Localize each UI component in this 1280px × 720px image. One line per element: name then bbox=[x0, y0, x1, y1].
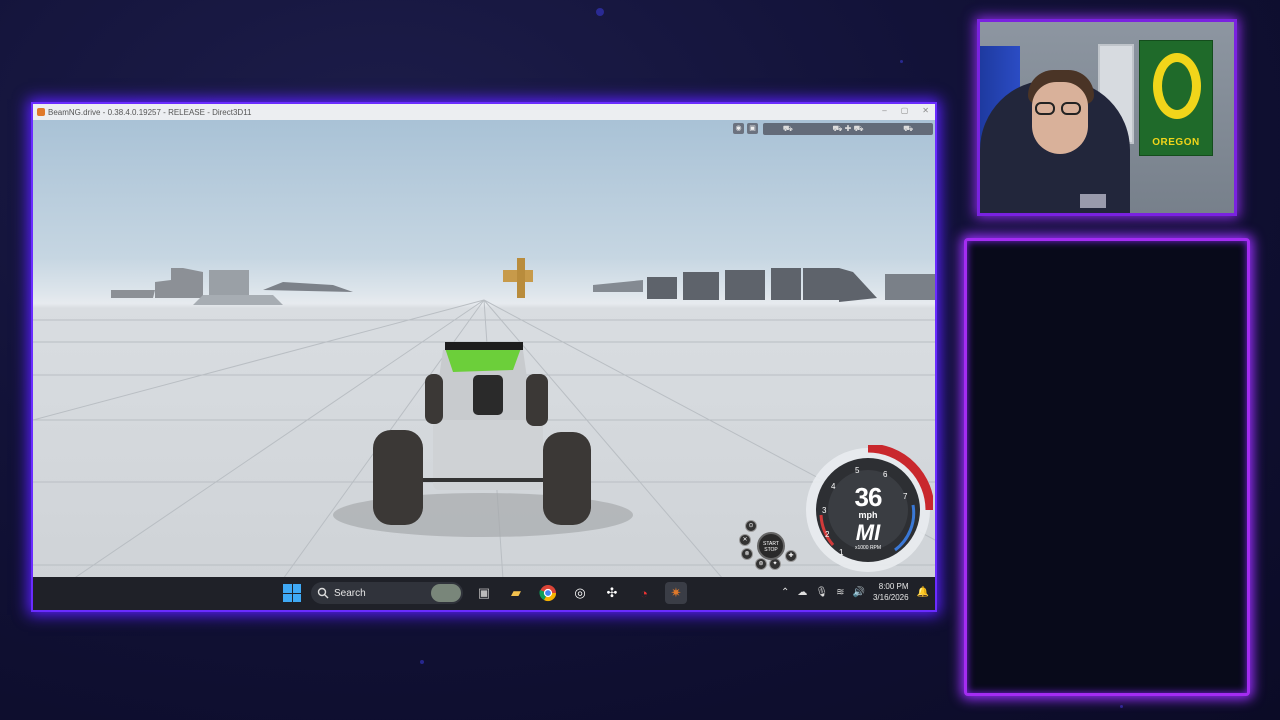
speed-unit: mph bbox=[858, 510, 878, 520]
search-icon bbox=[317, 587, 329, 599]
windows-taskbar: Search ▣ ▰ ◎ ✣ ◔ ✷ ⌃ ☁ 🎙 ≋ 🔊 8:00 PM 3/1… bbox=[33, 577, 935, 610]
fan-icon[interactable]: ✣ bbox=[601, 582, 623, 604]
speed-readout: 36 bbox=[854, 482, 883, 512]
hazard-button-icon[interactable]: ✕ bbox=[739, 534, 751, 546]
volume-icon[interactable]: 🔊 bbox=[853, 587, 865, 598]
mic-button-icon[interactable]: ✚ bbox=[785, 550, 797, 562]
game-window-title: BeamNG.drive - 0.38.4.0.19257 - RELEASE … bbox=[48, 107, 252, 117]
chevron-up-icon[interactable]: ⌃ bbox=[781, 587, 789, 598]
window-controls: – ▢ ✕ bbox=[882, 106, 929, 115]
minimize-button[interactable]: – bbox=[882, 106, 886, 115]
gear-indicator: MI bbox=[855, 520, 881, 545]
flag-text: OREGON bbox=[1152, 137, 1200, 148]
taskbar-search[interactable]: Search bbox=[311, 582, 463, 604]
clock-date: 3/16/2026 bbox=[872, 593, 909, 602]
file-explorer-icon[interactable]: ▰ bbox=[505, 582, 527, 604]
beamng-taskbar-icon[interactable]: ✷ bbox=[665, 582, 687, 604]
background-sparkle bbox=[1120, 705, 1123, 708]
obs-icon[interactable]: ◎ bbox=[569, 582, 591, 604]
menu-icon[interactable]: ⛟ bbox=[903, 124, 913, 134]
cloud-icon[interactable]: ☁ bbox=[797, 587, 807, 598]
top-hud-toolbar: ⛟ ⛟ ✚ ⛟ ⛟ bbox=[763, 123, 933, 135]
chrome-icon[interactable] bbox=[537, 582, 559, 604]
game-titlebar: BeamNG.drive - 0.38.4.0.19257 - RELEASE … bbox=[33, 104, 935, 120]
task-view-icon[interactable]: ▣ bbox=[473, 582, 495, 604]
game-capture-window: BeamNG.drive - 0.38.4.0.19257 - RELEASE … bbox=[31, 102, 937, 612]
close-button[interactable]: ✕ bbox=[922, 106, 929, 115]
tick-label: 6 bbox=[883, 470, 888, 479]
start-stop-button[interactable]: START STOP bbox=[757, 532, 785, 560]
flag-o-logo bbox=[1153, 53, 1201, 119]
camera-buttons: ◉ ▣ bbox=[733, 123, 759, 135]
wifi-icon[interactable]: ≋ bbox=[836, 587, 844, 598]
scene-drawing bbox=[33, 258, 935, 579]
system-tray: ⌃ ☁ 🎙 ≋ 🔊 8:00 PM 3/16/2026 🔔 bbox=[781, 581, 929, 603]
tick-label: 5 bbox=[855, 466, 860, 475]
environment-icon[interactable]: ⛟ ✚ ⛟ bbox=[832, 124, 863, 134]
microphone-icon[interactable]: 🎙 bbox=[815, 587, 828, 598]
vehicle-icon[interactable]: ⛟ bbox=[783, 124, 793, 134]
background-sparkle bbox=[900, 60, 903, 63]
rpm-label: x1000 RPM bbox=[854, 545, 882, 551]
notification-icon[interactable]: 🔔 bbox=[917, 587, 929, 598]
streamer-face bbox=[1032, 82, 1088, 154]
eye-icon[interactable]: ◉ bbox=[733, 123, 744, 134]
webcam-overlay: OREGON bbox=[977, 19, 1237, 216]
oregon-flag: OREGON bbox=[1139, 40, 1213, 156]
search-placeholder: Search bbox=[334, 587, 366, 599]
distant-ramps bbox=[111, 258, 643, 305]
game-viewport[interactable]: ◉ ▣ ⛟ ⛟ ✚ ⛟ ⛟ ⊙ ✕ ⊗ ⊛ ✦ ✚ START STOP 2 3… bbox=[33, 120, 935, 579]
traction-button-icon[interactable]: ⊗ bbox=[741, 548, 753, 560]
glasses bbox=[1035, 102, 1085, 116]
esc-button-icon[interactable]: ⊙ bbox=[745, 520, 757, 532]
taskbar-apps: Search ▣ ▰ ◎ ✣ ◔ ✷ bbox=[283, 582, 687, 604]
windows-start-icon[interactable] bbox=[283, 584, 301, 602]
clock-time: 8:00 PM bbox=[878, 582, 909, 591]
hoodie-logo bbox=[1080, 194, 1106, 208]
distant-wall bbox=[647, 268, 935, 302]
chat-panel bbox=[964, 238, 1250, 696]
background-sparkle bbox=[420, 660, 424, 664]
search-highlight-icon bbox=[431, 584, 461, 602]
vehicle-control-cluster: ⊙ ✕ ⊗ ⊛ ✦ ✚ START STOP bbox=[737, 520, 801, 576]
background-sparkle bbox=[596, 8, 604, 16]
maximize-button[interactable]: ▢ bbox=[901, 106, 909, 115]
recording-app-icon[interactable]: ◔ bbox=[633, 582, 655, 604]
camera-icon[interactable]: ▣ bbox=[747, 123, 758, 134]
wheel-button-icon[interactable]: ⊛ bbox=[755, 558, 767, 570]
speedometer-gauge: 2 3 4 5 6 7 1 36 mph MI x1000 RPM bbox=[803, 443, 935, 575]
beamng-app-icon bbox=[37, 108, 45, 116]
taskbar-clock[interactable]: 8:00 PM 3/16/2026 bbox=[873, 581, 909, 603]
